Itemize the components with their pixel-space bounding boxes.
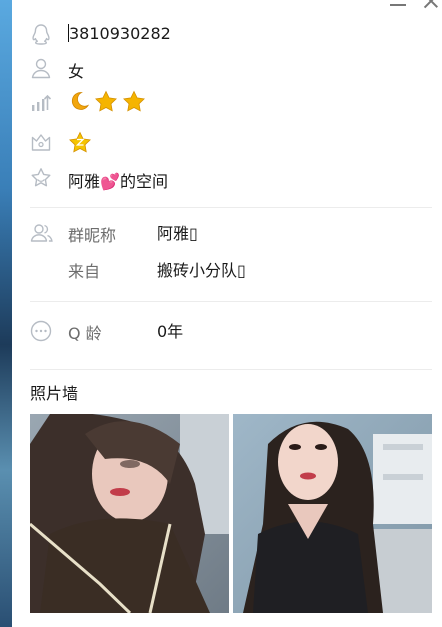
vip-badge[interactable] — [68, 131, 92, 157]
qage-value: 0年 — [157, 322, 184, 341]
qq-number-value[interactable]: 3810930282 — [68, 24, 171, 43]
space-link[interactable]: 阿雅💕的空间 — [68, 168, 168, 192]
from-label: 来自 — [68, 262, 101, 281]
group-nickname-label: 群昵称 — [68, 226, 117, 245]
from-value[interactable]: 搬砖小分队▯ — [157, 257, 246, 281]
star-badge-icon — [95, 90, 117, 112]
gender-row: 女 — [30, 57, 84, 81]
photo-wall-title: 照片墙 — [30, 384, 79, 403]
close-button[interactable] — [424, 0, 438, 8]
level-badges[interactable] — [68, 90, 146, 112]
group-people-icon — [30, 222, 53, 244]
star-badge-icon — [123, 90, 145, 112]
space-row[interactable]: 阿雅💕的空间 — [30, 167, 168, 191]
photo-wall-image[interactable] — [30, 414, 229, 613]
vip-row — [30, 131, 91, 153]
level-row — [30, 90, 145, 113]
gender-value: 女 — [68, 62, 85, 81]
qq-penguin-icon — [30, 23, 52, 45]
background-window-strip — [0, 0, 12, 627]
crown-icon — [30, 131, 52, 153]
divider — [30, 301, 432, 302]
divider — [30, 369, 432, 370]
star-outline-icon — [30, 167, 52, 189]
window-controls — [390, 0, 438, 12]
qage-label: Q 龄 — [68, 324, 102, 343]
more-dots-icon — [30, 320, 52, 342]
minimize-button[interactable] — [390, 4, 406, 6]
person-icon — [30, 57, 52, 79]
group-nickname-value[interactable]: 阿雅▯ — [157, 220, 198, 244]
divider — [30, 207, 432, 208]
photo-wall-image[interactable] — [233, 414, 432, 613]
vip-star-badge-icon — [69, 131, 91, 153]
level-chart-icon — [30, 91, 52, 113]
qq-number-row: 3810930282 — [30, 23, 171, 45]
moon-badge-icon — [71, 92, 90, 110]
profile-panel: 3810930282 女 阿雅💕的空间 群昵称 阿雅▯ 来自 搬砖小分队▯ Q … — [0, 0, 442, 627]
pink-hearts-emoji: 💕 — [100, 172, 120, 191]
